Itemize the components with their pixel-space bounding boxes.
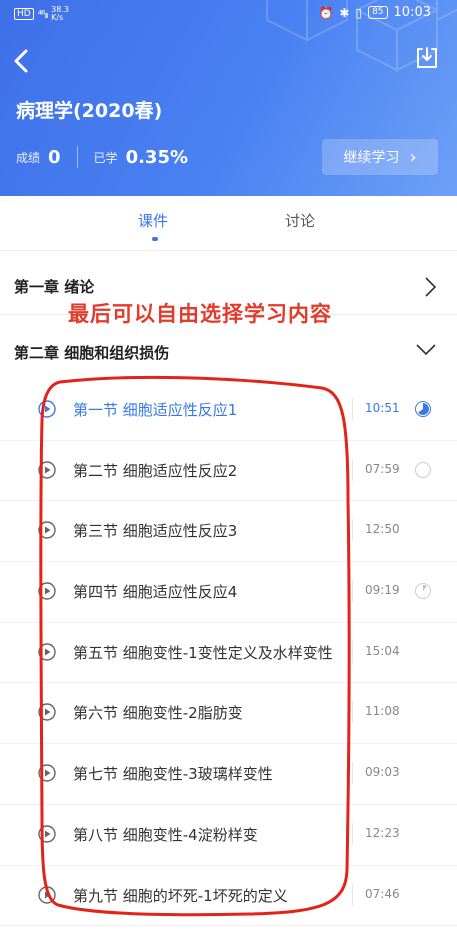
chapter-row-2[interactable]: 第二章 细胞和组织损伤: [0, 324, 457, 380]
lesson-title: 第四节 细胞适应性反应4: [73, 583, 238, 602]
signal-icon: ⁴⁶ᵢₗₗ: [37, 7, 48, 21]
battery-icon: 85: [368, 6, 388, 19]
hd-badge: HD: [14, 8, 34, 20]
divider: [352, 458, 353, 481]
lesson-title: 第二节 细胞适应性反应2: [73, 461, 238, 480]
chevron-right-icon: ›: [409, 146, 417, 168]
back-icon[interactable]: [10, 46, 36, 76]
lesson-row[interactable]: 第七节 细胞变性-3玻璃样变性 09:03: [0, 744, 457, 805]
lesson-title: 第三节 细胞适应性反应3: [73, 522, 238, 541]
continue-study-button[interactable]: 继续学习 ›: [322, 139, 438, 175]
tab-courseware[interactable]: 课件: [138, 210, 168, 231]
stats-divider: [76, 146, 78, 168]
lesson-row[interactable]: 第五节 细胞变性-1变性定义及水样变性 15:04: [0, 623, 457, 684]
lesson-row[interactable]: 第二节 细胞适应性反应2 07:59: [0, 441, 457, 502]
download-icon[interactable]: [415, 46, 439, 70]
course-stats: 成绩 0 已学 0.35%: [16, 146, 188, 168]
play-circle-icon: [38, 643, 56, 661]
divider: [352, 762, 353, 785]
lesson-row[interactable]: 第四节 细胞适应性反应4 09:19: [0, 562, 457, 623]
chapter-title: 第一章 绪论: [14, 278, 95, 296]
lesson-duration: 09:19: [365, 583, 400, 598]
bluetooth-icon: ✱: [339, 5, 350, 20]
lesson-row[interactable]: 第一节 细胞适应性反应1 10:51: [0, 380, 457, 441]
vibrate-icon: ▯: [355, 5, 363, 20]
score-label: 成绩: [16, 150, 41, 165]
lesson-duration: 11:08: [365, 704, 400, 719]
alarm-icon: ⏰: [318, 5, 334, 20]
tab-discussion[interactable]: 讨论: [285, 210, 315, 231]
lesson-list: 第一节 细胞适应性反应1 10:51 第二节 细胞适应性反应2 07:59 第三节 细胞…: [0, 380, 457, 927]
play-circle-icon: [38, 460, 56, 479]
chevron-right-icon: [425, 277, 437, 297]
play-circle-icon: [38, 885, 56, 904]
divider: [352, 398, 353, 420]
divider: [352, 883, 353, 906]
lesson-title: 第六节 细胞变性-2脂肪变: [73, 704, 243, 723]
divider: [352, 580, 353, 603]
lesson-duration: 09:03: [365, 765, 400, 780]
lesson-row[interactable]: 第八节 细胞变性-4淀粉样变 12:23: [0, 805, 457, 866]
play-circle-icon: [38, 400, 56, 418]
lesson-duration: 15:04: [365, 643, 400, 658]
lesson-title: 第九节 细胞的坏死-1坏死的定义: [73, 886, 288, 905]
lesson-title: 第五节 细胞变性-1变性定义及水样变性: [73, 643, 333, 662]
lesson-row[interactable]: 第九节 细胞的坏死-1坏死的定义 07:46: [0, 866, 457, 927]
progress-pie-icon: [415, 461, 431, 478]
play-circle-icon: [38, 764, 56, 782]
active-tab-indicator: [152, 237, 158, 241]
continue-study-label: 继续学习: [343, 150, 400, 166]
chevron-down-icon: [416, 344, 436, 356]
divider: [352, 640, 353, 663]
status-bar: HD ⁴⁶ᵢₗₗ 38.3 K/s ⏰ ✱ ▯ 85 10:03: [0, 0, 457, 28]
clock: 10:03: [393, 5, 431, 20]
chapter-title: 第二章 细胞和组织损伤: [14, 344, 170, 362]
lesson-duration: 12:50: [365, 522, 400, 537]
tab-bar: 课件 讨论: [0, 196, 457, 251]
progress-pie-icon: [415, 401, 431, 417]
studied-value: 0.35%: [125, 146, 189, 168]
play-circle-icon: [38, 703, 56, 722]
divider: [352, 519, 353, 542]
lesson-row[interactable]: 第三节 细胞适应性反应3 12:50: [0, 501, 457, 563]
lesson-duration: 12:23: [365, 825, 400, 840]
lesson-duration: 10:51: [365, 401, 400, 415]
lesson-duration: 07:46: [365, 886, 400, 901]
lesson-title: 第一节 细胞适应性反应1: [73, 401, 238, 419]
course-title: 病理学(2020春): [16, 100, 163, 122]
studied-label: 已学: [93, 150, 118, 165]
score-value: 0: [48, 146, 61, 168]
lesson-row[interactable]: 第六节 细胞变性-2脂肪变 11:08: [0, 683, 457, 745]
divider: [352, 822, 353, 845]
divider: [352, 701, 353, 724]
play-circle-icon: [38, 582, 56, 600]
lesson-duration: 07:59: [365, 461, 400, 476]
lesson-title: 第八节 细胞变性-4淀粉样变: [73, 825, 258, 844]
play-circle-icon: [38, 825, 56, 843]
lesson-title: 第七节 细胞变性-3玻璃样变性: [73, 765, 273, 784]
play-circle-icon: [38, 521, 56, 540]
course-header: HD ⁴⁶ᵢₗₗ 38.3 K/s ⏰ ✱ ▯ 85 10:03 病理学(202…: [0, 0, 457, 196]
progress-pie-icon: [415, 583, 431, 600]
network-speed-unit: K/s: [51, 13, 64, 22]
